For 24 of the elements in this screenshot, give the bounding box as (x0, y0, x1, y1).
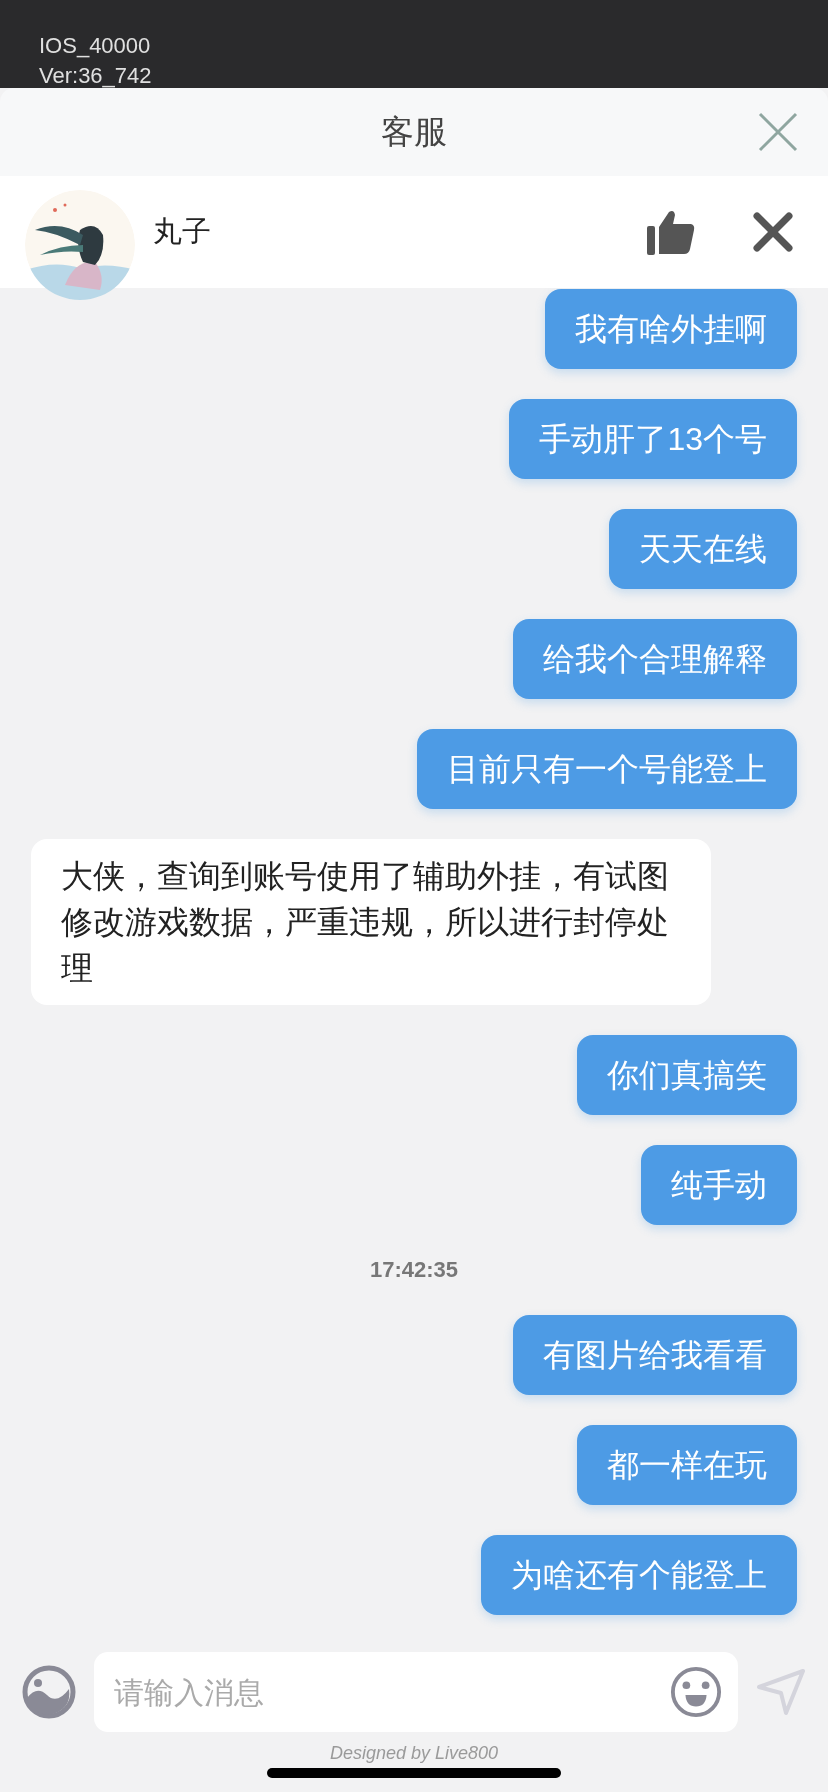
sent-message-bubble: 你们真搞笑 (577, 1035, 797, 1115)
thumbs-up-icon[interactable] (647, 209, 695, 255)
sent-message-bubble: 给我个合理解释 (513, 619, 797, 699)
close-icon[interactable] (753, 212, 793, 252)
sent-message-bubble: 天天在线 (609, 509, 797, 589)
footer-credit: Designed by Live800 (329, 1742, 499, 1764)
sent-message-bubble: 为啥还有个能登上 (481, 1535, 797, 1615)
image-icon[interactable] (22, 1665, 76, 1719)
message-field[interactable]: 请输入消息 (114, 1669, 670, 1715)
game-info-text: IOS_40000 (39, 32, 152, 60)
sent-message-bubble: 有图片给我看看 (513, 1315, 797, 1395)
emoji-icon[interactable] (670, 1666, 722, 1718)
close-button[interactable] (758, 112, 798, 152)
game-info-text: Ver:36_742 (39, 62, 153, 90)
dialog-title: 客服 (381, 112, 447, 153)
sent-message-bubble: 目前只有一个号能登上 (417, 729, 797, 809)
agent-name: 丸子 (153, 214, 211, 250)
sent-message-bubble: 手动肝了13个号 (509, 399, 797, 479)
timestamp: 17:42:35 (369, 1256, 459, 1284)
sent-message-bubble: 我有啥外挂啊 (545, 289, 797, 369)
sent-message-bubble: 都一样在玩 (577, 1425, 797, 1505)
message-input[interactable]: 请输入消息 (94, 1652, 738, 1732)
received-message-bubble: 大侠，查询到账号使用了辅助外挂，有试图修改游戏数据，严重违规，所以进行封停处理 (31, 839, 711, 1005)
sent-message-bubble: 纯手动 (641, 1145, 797, 1225)
